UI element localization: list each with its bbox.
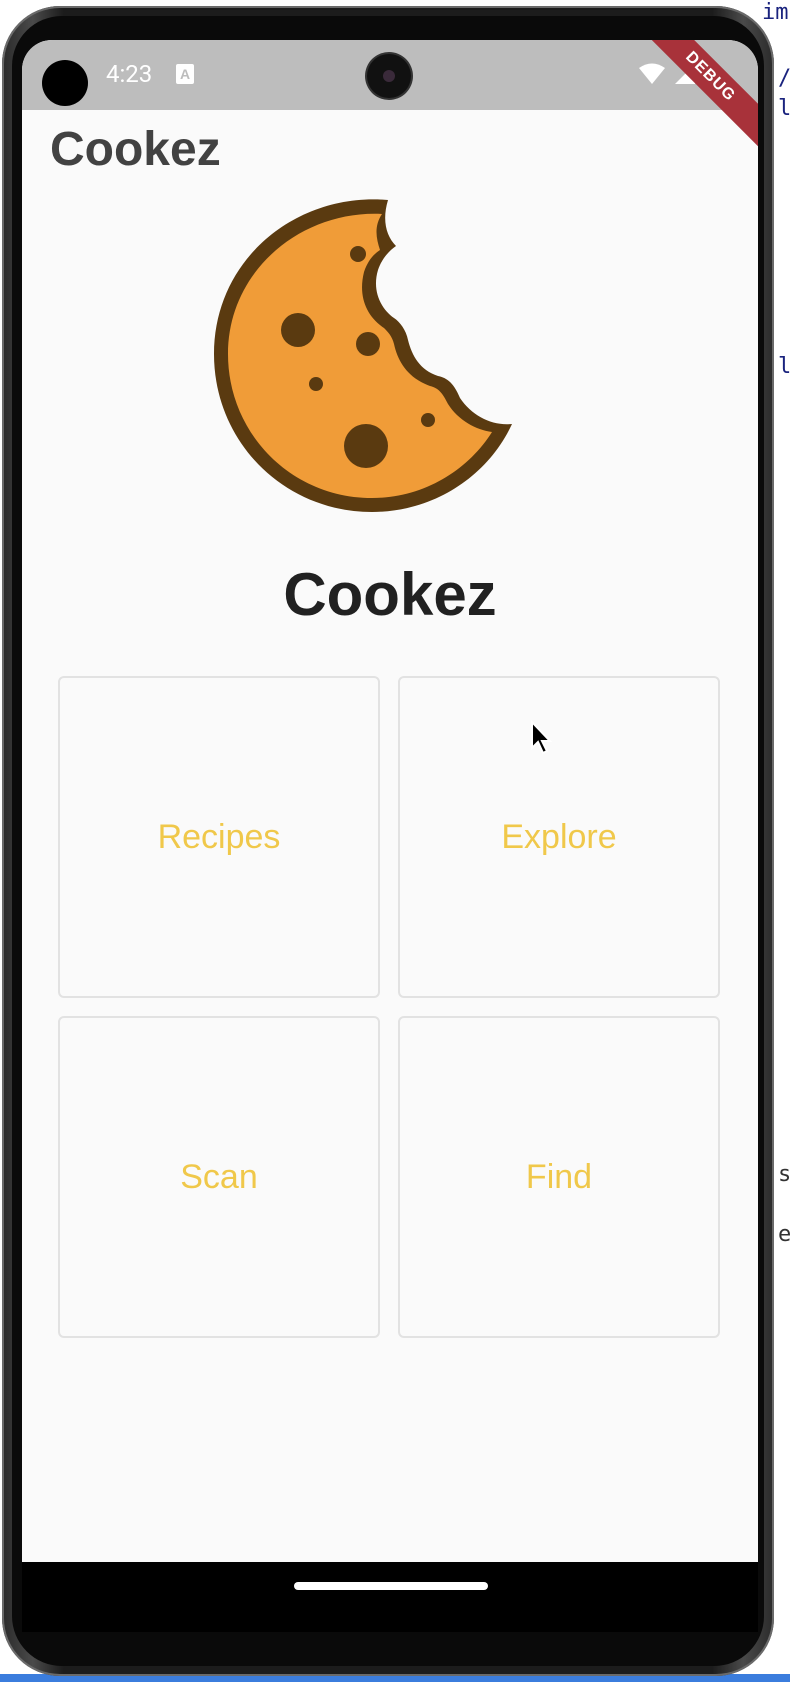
ide-code-fragment: e xyxy=(778,1222,790,1247)
feature-grid: Recipes Explore Scan Find xyxy=(58,676,720,1338)
explore-tile-label: Explore xyxy=(501,817,617,856)
ide-code-fragment: s xyxy=(778,1162,790,1187)
ide-code-fragment: / xyxy=(778,66,790,91)
front-camera xyxy=(367,54,411,98)
status-time: 4:23 xyxy=(106,60,153,88)
system-navigation-bar xyxy=(22,1562,758,1632)
cookie-icon xyxy=(214,199,512,512)
find-tile-label: Find xyxy=(525,1157,593,1196)
notification-a-icon: A xyxy=(176,64,194,84)
recipes-tile-label: Recipes xyxy=(157,817,281,856)
home-gesture-handle[interactable] xyxy=(294,1582,488,1590)
status-bar: 4:23 A DEBUG xyxy=(22,40,758,152)
find-tile[interactable]: Find xyxy=(398,1016,720,1338)
explore-tile[interactable]: Explore xyxy=(398,676,720,998)
scan-tile-label: Scan xyxy=(180,1157,258,1196)
wifi-icon xyxy=(639,63,665,84)
phone-screen: 4:23 A DEBUG Cookez Cookez Recipes Explo… xyxy=(22,40,758,1632)
ide-code-fragment: im xyxy=(762,0,789,25)
scan-tile[interactable]: Scan xyxy=(58,1016,380,1338)
mouse-pointer-icon xyxy=(531,720,553,755)
status-indicator-dot xyxy=(42,60,88,106)
brand-name: Cookez xyxy=(283,561,497,628)
ide-code-fragment: l xyxy=(778,354,790,379)
app-bar-title: Cookez xyxy=(50,123,221,176)
ide-code-fragment: l xyxy=(778,96,790,121)
debug-banner: DEBUG xyxy=(635,40,758,152)
recipes-tile[interactable]: Recipes xyxy=(58,676,380,998)
